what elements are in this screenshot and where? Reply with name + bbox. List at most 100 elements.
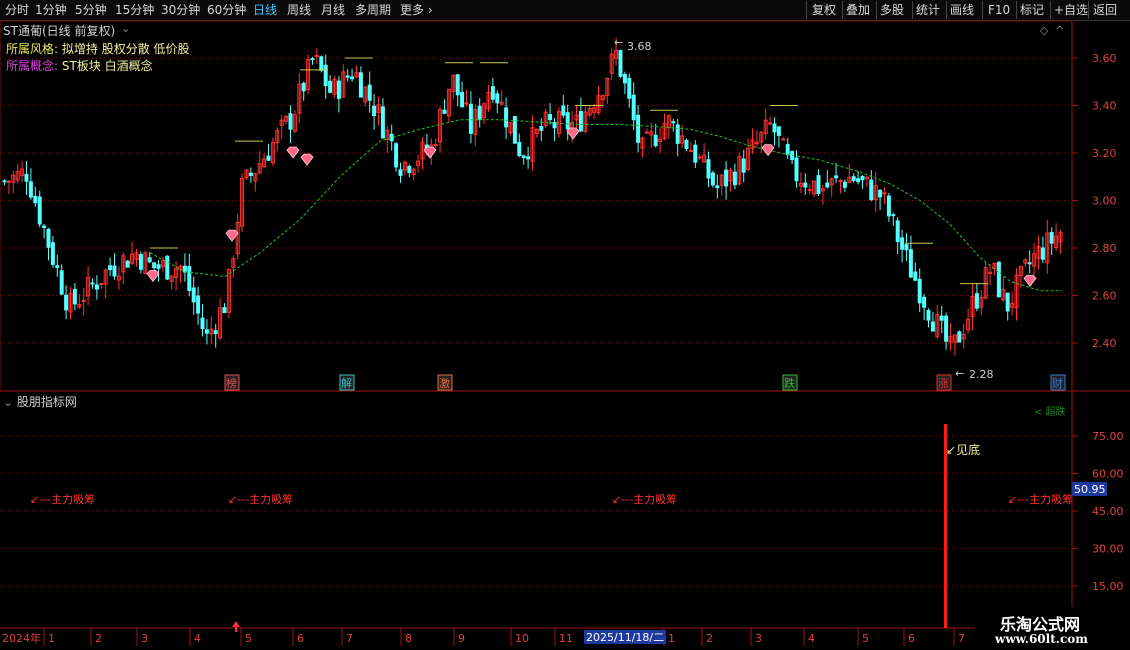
gem-icon: [286, 146, 300, 159]
style-label: 所属风格:: [6, 42, 59, 56]
accumulate-signal-label: ↙---主力吸筹: [30, 492, 95, 506]
candle-body: [323, 64, 328, 87]
candle-body: [917, 278, 922, 304]
concept-info: 所属概念: ST板块 白酒概念: [6, 57, 153, 74]
candle-body: [94, 284, 99, 290]
event-marker-label: 涨: [938, 377, 949, 390]
gem-icon: [423, 146, 437, 159]
candle-body: [147, 257, 152, 263]
event-marker-label: 激: [439, 376, 450, 390]
candle-body: [125, 260, 130, 268]
price-tick-label: 3.00: [1092, 195, 1117, 208]
bottom-signal-label: ↙见底: [946, 442, 980, 457]
candle-body: [165, 255, 170, 280]
diamond-icon[interactable]: ◇: [1040, 24, 1049, 37]
candle-body: [526, 156, 531, 160]
candle-body: [288, 113, 293, 130]
candle-body: [72, 288, 77, 305]
candle-body: [90, 282, 95, 285]
candle-body: [693, 144, 698, 163]
accumulate-signal-label: ↙---主力吸筹: [612, 492, 677, 506]
candle-body: [710, 172, 715, 186]
indicator-tick-label: 60.00: [1092, 468, 1124, 481]
indicator-tick-label: 75.00: [1092, 430, 1124, 443]
chart-title: ST通葡(日线 前复权): [3, 24, 116, 38]
candle-body: [248, 172, 253, 177]
candle-body: [697, 156, 702, 159]
candle-body: [521, 155, 526, 159]
month-label: 3: [755, 632, 762, 645]
candle-body: [627, 77, 632, 99]
oversold-label: < 超跌: [1034, 405, 1066, 418]
candle-body: [561, 105, 566, 116]
chevron-down-icon[interactable]: ⌄: [121, 22, 130, 35]
candle-body: [926, 310, 931, 321]
ma-polyline: [149, 119, 1062, 292]
gem-icon: [566, 127, 580, 140]
candle-body: [878, 189, 883, 198]
candle-body: [900, 237, 905, 250]
chevron-up-icon[interactable]: ^: [1055, 24, 1064, 37]
candle-body: [644, 131, 649, 134]
gem-icon: [300, 153, 314, 166]
candle-body: [548, 113, 553, 121]
candle-body: [939, 315, 944, 321]
candle-body: [468, 103, 473, 134]
candle-body: [908, 249, 913, 278]
candle-body: [464, 102, 469, 105]
indicator-title: ⌄ 股朋指标网: [3, 393, 77, 410]
candle-body: [55, 265, 60, 268]
candle-body: [222, 307, 227, 314]
candle-body: [266, 155, 271, 161]
candle-body: [42, 225, 47, 229]
month-label: 4: [194, 632, 201, 645]
candle-body: [138, 254, 143, 270]
high-arrow-icon: ←: [614, 36, 623, 49]
candle-body: [314, 54, 319, 57]
price-tick-label: 2.80: [1092, 242, 1117, 255]
candle-body: [517, 141, 522, 157]
candle-body: [807, 189, 812, 192]
price-tick-label: 3.60: [1092, 52, 1117, 65]
candle-body: [785, 144, 790, 156]
candle-body: [706, 159, 711, 179]
candle-body: [653, 134, 658, 147]
indicator-tick-label: 15.00: [1092, 580, 1124, 593]
candle-body: [504, 107, 509, 128]
candle-body: [922, 296, 927, 308]
candle-body: [442, 109, 447, 114]
month-label: 10: [515, 632, 529, 645]
candle-body: [407, 165, 412, 173]
price-tick-label: 3.20: [1092, 147, 1117, 160]
candle-body: [1049, 232, 1054, 244]
candle-body: [380, 106, 385, 139]
indicator-collapse-icon[interactable]: ⌄: [3, 395, 13, 409]
candle-body: [715, 185, 720, 189]
candle-body: [724, 169, 729, 187]
candle-body: [310, 58, 315, 61]
indicator-name: 股朋指标网: [16, 395, 77, 409]
candle-body: [2, 180, 7, 183]
high-price-label: 3.68: [627, 40, 652, 53]
candle-body: [768, 122, 773, 125]
candle-body: [200, 317, 205, 330]
candle-body: [64, 294, 69, 311]
kline-chart[interactable]: 3.60 3.40 3.20 3.00 2.80 2.60 2.40 75.00 60.00 4…: [0, 0, 1130, 650]
candle-body: [565, 112, 570, 130]
candle-body: [539, 126, 544, 131]
candle-body: [28, 181, 33, 198]
candle-body: [688, 149, 693, 152]
candle-body: [345, 75, 350, 78]
candle-body: [834, 175, 839, 179]
candle-body: [204, 329, 209, 334]
indicator-axis: 75.00 60.00 45.00 30.00 15.00: [1072, 430, 1124, 593]
candle-body: [578, 111, 583, 132]
candle-body: [108, 265, 113, 271]
candle-body: [772, 123, 777, 133]
arrow-up-icon: [232, 621, 240, 632]
candle-body: [636, 114, 641, 143]
candle-body: [350, 76, 355, 80]
candle-body: [191, 287, 196, 303]
month-label: 2: [95, 632, 102, 645]
candle-body: [495, 93, 500, 104]
